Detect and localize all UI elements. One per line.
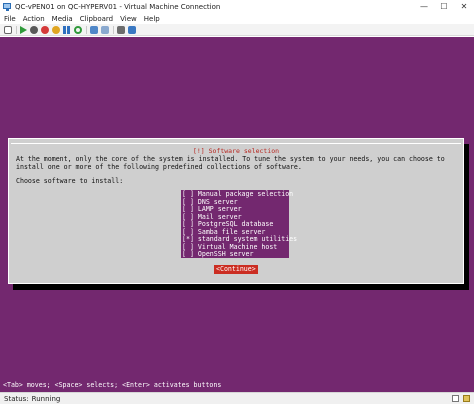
menu-media[interactable]: Media bbox=[52, 15, 73, 23]
software-list[interactable]: [ ] Manual package selection [ ] DNS ser… bbox=[181, 190, 297, 259]
toolbar-separator bbox=[86, 25, 87, 34]
title-bar: QC-vPEN01 on QC-HYPERV01 - Virtual Machi… bbox=[0, 0, 474, 13]
menu-bar: File Action Media Clipboard View Help bbox=[0, 13, 474, 24]
menu-help[interactable]: Help bbox=[144, 15, 160, 23]
pause-icon[interactable] bbox=[63, 25, 71, 34]
turn-off-icon[interactable] bbox=[30, 25, 38, 34]
vm-connection-icon bbox=[3, 2, 12, 11]
close-button[interactable]: ✕ bbox=[454, 0, 474, 13]
share-icon[interactable] bbox=[128, 25, 136, 34]
toolbar-separator bbox=[113, 25, 114, 34]
dialog-title-text: [!] Software selection bbox=[190, 147, 282, 155]
status-bar: Status: Running bbox=[0, 392, 474, 404]
dialog-prompt: Choose software to install: bbox=[16, 177, 124, 185]
vm-screen[interactable]: [!] Software selection At the moment, on… bbox=[0, 37, 474, 392]
lock-icon bbox=[463, 395, 470, 402]
revert-icon[interactable] bbox=[101, 25, 109, 34]
continue-button[interactable]: <Continue> bbox=[214, 265, 258, 274]
checkpoint-icon[interactable] bbox=[90, 25, 98, 34]
maximize-button[interactable]: ☐ bbox=[434, 0, 454, 13]
list-item-openssh-server[interactable]: [ ] OpenSSH server bbox=[182, 250, 253, 259]
menu-action[interactable]: Action bbox=[23, 15, 45, 23]
status-icons bbox=[452, 395, 470, 402]
minimize-button[interactable]: — bbox=[414, 0, 434, 13]
save-state-icon[interactable] bbox=[52, 25, 60, 34]
ctrl-alt-del-icon[interactable] bbox=[4, 25, 12, 34]
window-controls: — ☐ ✕ bbox=[414, 0, 474, 13]
shut-down-icon[interactable] bbox=[41, 25, 49, 34]
key-hint: <Tab> moves; <Space> selects; <Enter> ac… bbox=[3, 381, 222, 389]
enhanced-session-icon[interactable] bbox=[117, 25, 125, 34]
status-value: Running bbox=[31, 394, 61, 403]
toolbar-separator bbox=[16, 25, 17, 34]
window-title: QC-vPEN01 on QC-HYPERV01 - Virtual Machi… bbox=[15, 2, 221, 11]
status-label: Status: bbox=[4, 394, 29, 403]
start-icon[interactable] bbox=[20, 25, 27, 34]
dialog-description: At the moment, only the core of the syst… bbox=[16, 155, 445, 171]
software-selection-dialog: [!] Software selection At the moment, on… bbox=[8, 138, 464, 284]
keyboard-icon bbox=[452, 395, 459, 402]
menu-file[interactable]: File bbox=[4, 15, 16, 23]
reset-icon[interactable] bbox=[74, 25, 82, 34]
menu-clipboard[interactable]: Clipboard bbox=[80, 15, 113, 23]
menu-view[interactable]: View bbox=[120, 15, 137, 23]
toolbar bbox=[0, 24, 474, 36]
